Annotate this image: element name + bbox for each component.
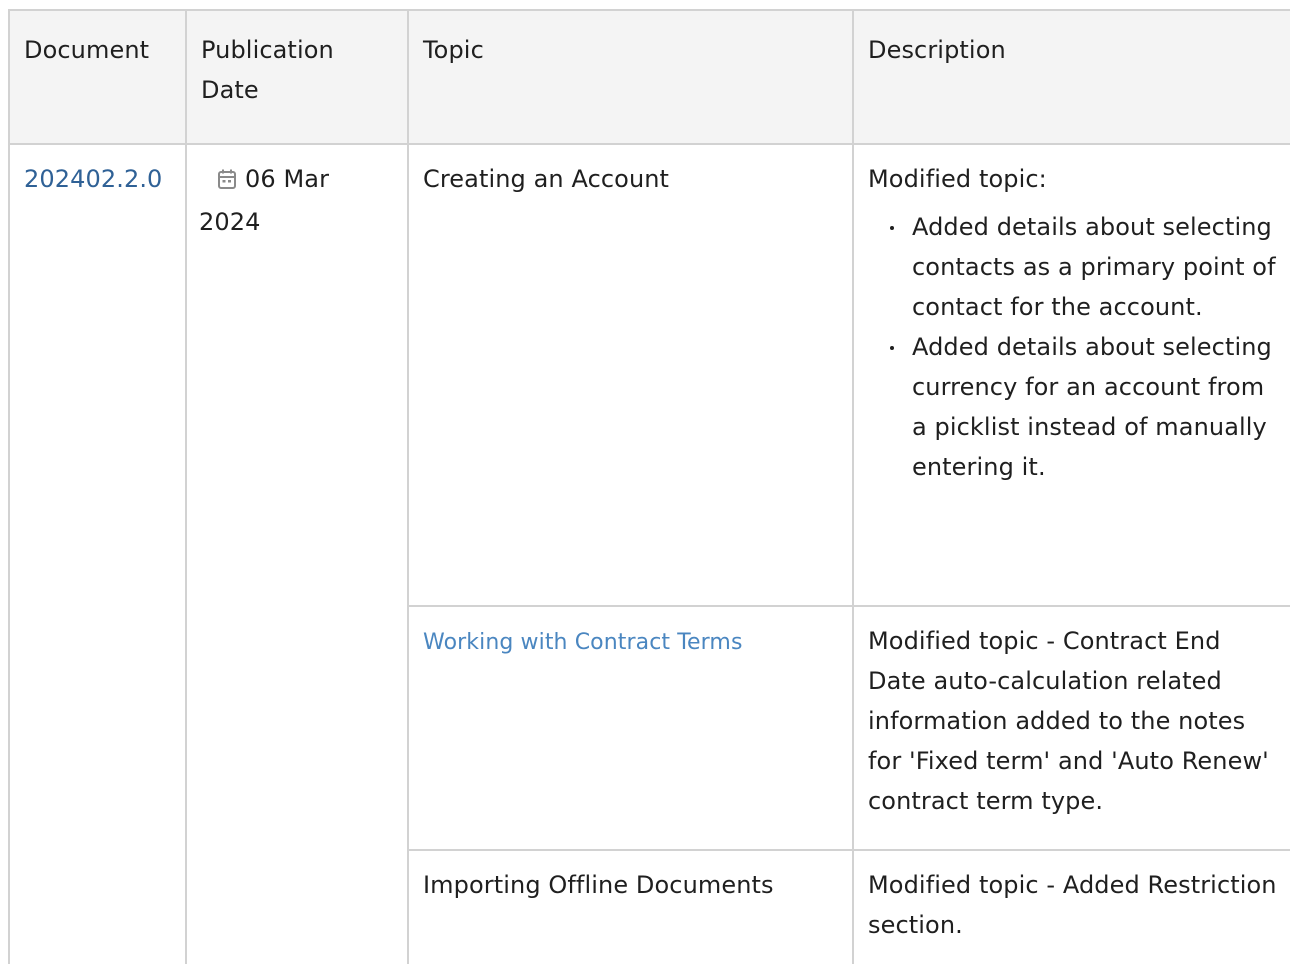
topic-cell: Importing Offline Documents: [407, 849, 854, 964]
description-item-text: Added details about selecting currency f…: [912, 333, 1272, 481]
description-intro: Modified topic:: [868, 165, 1047, 193]
table-row: 202402.2.0 06 Mar 2024 Creating an Accou…: [8, 143, 1290, 964]
topic-link[interactable]: Working with Contract Terms: [423, 630, 743, 655]
header-row: Document Publication Date Topic Descript…: [8, 9, 1290, 145]
description-text: Modified topic - Contract End Date auto-…: [868, 627, 1269, 815]
calendar-icon: [217, 162, 237, 202]
description-text: Modified topic - Added Restriction secti…: [868, 871, 1277, 939]
header-description: Description: [852, 9, 1290, 145]
page-canvas: Document Publication Date Topic Descript…: [0, 0, 1290, 964]
header-publication-date: Publication Date: [185, 9, 409, 145]
publication-date-cell: 06 Mar 2024: [185, 143, 409, 964]
changes-table: Document Publication Date Topic Descript…: [8, 9, 1290, 964]
description-cell: Modified topic - Added Restriction secti…: [852, 849, 1290, 964]
document-cell: 202402.2.0: [8, 143, 187, 964]
topic-cell: Working with Contract Terms: [407, 605, 854, 851]
header-topic: Topic: [407, 9, 854, 145]
header-document: Document: [8, 9, 187, 145]
list-item: Added details about selecting contacts a…: [890, 207, 1278, 327]
document-version-link[interactable]: 202402.2.0: [24, 165, 162, 193]
description-item-text: Added details about selecting contacts a…: [912, 213, 1276, 321]
list-item: Added details about selecting currency f…: [890, 327, 1278, 487]
topic-text: Creating an Account: [423, 165, 670, 193]
description-cell: Modified topic: Added details about sele…: [852, 143, 1290, 607]
table-body: 202402.2.0 06 Mar 2024 Creating an Accou…: [8, 143, 1290, 964]
description-cell: Modified topic - Contract End Date auto-…: [852, 605, 1290, 851]
topic-text: Importing Offline Documents: [423, 871, 774, 899]
description-list: Added details about selecting contacts a…: [868, 207, 1278, 487]
topic-cell: Creating an Account: [407, 143, 854, 607]
table-header: Document Publication Date Topic Descript…: [8, 9, 1290, 145]
